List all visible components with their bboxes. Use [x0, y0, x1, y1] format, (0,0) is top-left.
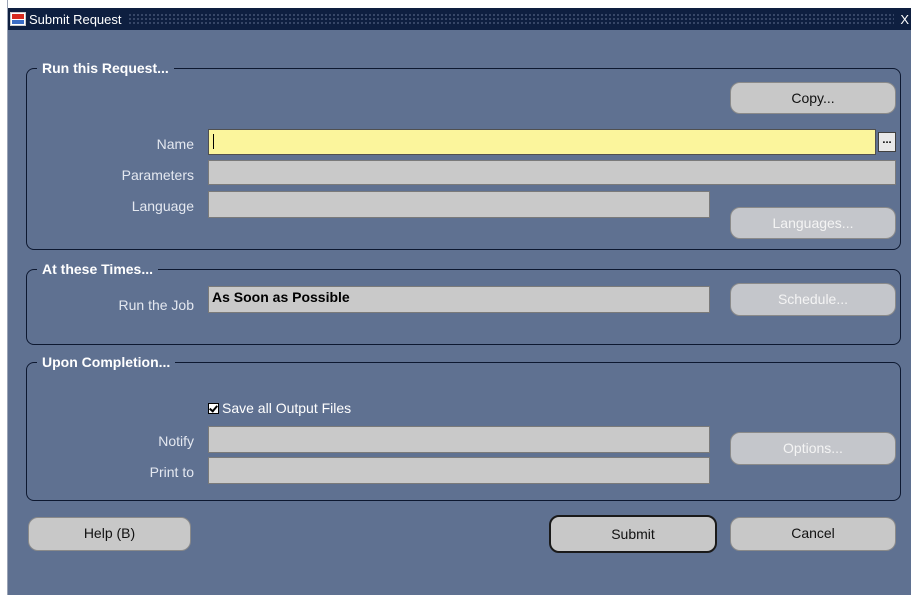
completion-group-title: Upon Completion...: [37, 353, 176, 371]
window-title: Submit Request: [29, 11, 122, 27]
run-request-group-title: Run this Request...: [37, 59, 174, 77]
save-output-label: Save all Output Files: [222, 400, 352, 416]
parameters-field[interactable]: [208, 160, 896, 185]
title-bar[interactable]: Submit Request X: [8, 8, 911, 30]
print-to-label: Print to: [149, 464, 194, 480]
close-icon[interactable]: X: [900, 12, 909, 27]
schedule-button[interactable]: Schedule...: [730, 283, 896, 316]
text-cursor: [213, 133, 214, 149]
oracle-app-icon: [10, 12, 26, 26]
times-group-title: At these Times...: [37, 260, 159, 278]
submit-button[interactable]: Submit: [549, 515, 717, 553]
run-job-field[interactable]: As Soon as Possible: [208, 286, 710, 313]
checkbox-checked-icon[interactable]: [208, 402, 219, 414]
title-bar-pattern: [127, 13, 895, 25]
language-label: Language: [131, 198, 194, 214]
submit-request-window: Submit Request X Run this Request... Cop…: [8, 8, 911, 595]
notify-label: Notify: [158, 433, 194, 449]
name-label: Name: [156, 136, 194, 152]
print-to-field[interactable]: [208, 457, 710, 484]
language-field[interactable]: [208, 191, 710, 218]
save-output-checkbox[interactable]: Save all Output Files: [208, 400, 351, 416]
languages-button[interactable]: Languages...: [730, 207, 896, 239]
name-field[interactable]: [208, 129, 876, 155]
list-of-values-button[interactable]: ...: [878, 132, 896, 152]
notify-field[interactable]: [208, 426, 710, 453]
run-job-label: Run the Job: [118, 297, 195, 313]
help-button[interactable]: Help (B): [28, 517, 191, 551]
options-button[interactable]: Options...: [730, 432, 896, 465]
parameters-label: Parameters: [121, 167, 194, 183]
cancel-button[interactable]: Cancel: [730, 517, 896, 551]
left-window-edge: [0, 0, 8, 595]
copy-button[interactable]: Copy...: [730, 82, 896, 114]
